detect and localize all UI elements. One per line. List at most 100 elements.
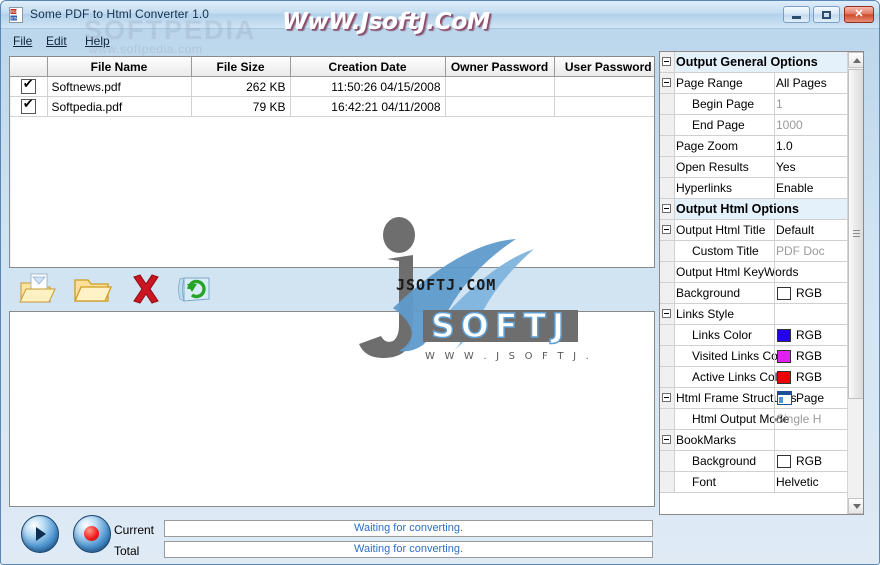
property-row[interactable]: Open Results Yes <box>660 157 848 178</box>
property-value[interactable]: Single H <box>776 412 821 426</box>
folder-icon <box>74 279 112 302</box>
property-gutter <box>660 199 675 219</box>
jsoftj-center-watermark: JSOFTJ.COM <box>396 276 497 294</box>
property-value[interactable]: PDF Doc <box>776 244 825 258</box>
property-value[interactable]: Enable <box>776 181 813 195</box>
property-row[interactable]: Font Helvetic <box>660 472 848 493</box>
start-button[interactable] <box>21 515 59 553</box>
property-value[interactable]: RGB <box>796 286 822 300</box>
property-row[interactable]: Custom Title PDF Doc <box>660 241 848 262</box>
property-row[interactable]: End Page 1000 <box>660 115 848 136</box>
column-header-select[interactable] <box>10 57 48 77</box>
property-value[interactable]: RGB <box>796 454 822 468</box>
property-gutter <box>660 115 675 135</box>
property-row[interactable]: Begin Page 1 <box>660 94 848 115</box>
property-row[interactable]: Hyperlinks Enable <box>660 178 848 199</box>
stop-button[interactable] <box>73 515 111 553</box>
scroll-down-button[interactable] <box>848 498 863 514</box>
property-row[interactable]: Background RGB <box>660 283 848 304</box>
column-header-owner-password[interactable]: Owner Password <box>445 57 555 77</box>
property-row[interactable]: Links Color RGB <box>660 325 848 346</box>
property-name: Font <box>692 475 717 489</box>
property-row[interactable]: Background RGB <box>660 451 848 472</box>
collapse-expander-icon[interactable] <box>662 78 671 87</box>
property-column-divider <box>774 367 775 387</box>
color-swatch[interactable] <box>777 329 791 342</box>
log-output-panel[interactable] <box>9 311 655 507</box>
collapse-expander-icon[interactable] <box>662 435 671 444</box>
property-value[interactable]: RGB <box>796 370 822 384</box>
property-column-divider <box>774 94 775 114</box>
minimize-button[interactable] <box>783 6 810 23</box>
column-header-file-name[interactable]: File Name <box>47 57 192 77</box>
collapse-expander-icon[interactable] <box>662 393 671 402</box>
column-header-file-size[interactable]: File Size <box>191 57 291 77</box>
property-row[interactable]: Output Html KeyWords <box>660 262 848 283</box>
row-checkbox-cell[interactable]: ✔ <box>10 76 48 97</box>
menu-item-file[interactable]: File <box>9 33 36 49</box>
color-swatch[interactable] <box>777 287 791 300</box>
property-column-divider <box>774 73 775 93</box>
scrollbar-thumb[interactable] <box>848 69 863 399</box>
file-list-panel[interactable]: File Name File Size Creation Date Owner … <box>9 56 655 268</box>
property-row[interactable]: BookMarks <box>660 430 848 451</box>
collapse-expander-icon[interactable] <box>662 309 671 318</box>
property-row[interactable]: Output General Options <box>660 52 848 73</box>
row-checkbox[interactable]: ✔ <box>20 98 36 115</box>
properties-scrollbar[interactable] <box>847 52 863 514</box>
property-row[interactable]: Html Output Mode Single H <box>660 409 848 430</box>
column-header-creation-date[interactable]: Creation Date <box>290 57 446 77</box>
property-column-divider <box>774 115 775 135</box>
property-value[interactable]: RGB <box>796 349 822 363</box>
svg-text:PDF: PDF <box>11 10 18 14</box>
menu-item-edit[interactable]: Edit <box>42 33 71 49</box>
file-table: File Name File Size Creation Date Owner … <box>10 57 654 117</box>
remove-button[interactable] <box>126 271 166 307</box>
property-value[interactable]: Helvetic <box>776 475 819 489</box>
property-column-divider <box>774 178 775 198</box>
svg-text:HTML: HTML <box>11 17 20 21</box>
color-swatch[interactable] <box>777 350 791 363</box>
property-name: Output Html Title <box>676 223 766 237</box>
property-name: End Page <box>692 118 745 132</box>
property-gutter <box>660 325 675 345</box>
property-name: Begin Page <box>692 97 755 111</box>
color-swatch[interactable] <box>777 455 791 468</box>
property-value[interactable]: 1000 <box>776 118 803 132</box>
scroll-up-button[interactable] <box>848 52 863 68</box>
color-swatch[interactable] <box>777 371 791 384</box>
output-options-panel[interactable]: Output General Options Page Range All Page… <box>659 51 864 515</box>
property-row[interactable]: Page Zoom 1.0 <box>660 136 848 157</box>
property-row[interactable]: Page Range All Pages <box>660 73 848 94</box>
property-value[interactable]: Page <box>796 391 824 405</box>
row-checkbox-cell[interactable]: ✔ <box>10 96 48 117</box>
row-checkbox[interactable]: ✔ <box>20 78 36 95</box>
table-row[interactable]: ✔ Softnews.pdf 262 KB 11:50:26 04/15/200… <box>10 76 654 97</box>
property-value[interactable]: All Pages <box>776 76 827 90</box>
property-row[interactable]: Output Html Title Default <box>660 220 848 241</box>
add-files-button[interactable] <box>17 271 57 307</box>
property-row[interactable]: Links Style <box>660 304 848 325</box>
column-header-user-password[interactable]: User Password <box>554 57 654 77</box>
refresh-button[interactable] <box>176 271 216 307</box>
application-window: PDF HTML Some PDF to Html Converter 1.0 … <box>0 0 880 565</box>
collapse-expander-icon[interactable] <box>662 204 671 213</box>
property-value[interactable]: Default <box>776 223 814 237</box>
property-value[interactable]: 1.0 <box>776 139 793 153</box>
collapse-expander-icon[interactable] <box>662 225 671 234</box>
collapse-expander-icon[interactable] <box>662 57 671 66</box>
record-stop-icon <box>84 526 99 541</box>
property-row[interactable]: Visited Links Color RGB <box>660 346 848 367</box>
property-row[interactable]: Active Links Color RGB <box>660 367 848 388</box>
property-column-divider <box>774 472 775 492</box>
add-folder-button[interactable] <box>72 271 112 307</box>
maximize-button[interactable] <box>813 6 840 23</box>
property-value[interactable]: Yes <box>776 160 796 174</box>
property-row[interactable]: Output Html Options <box>660 199 848 220</box>
close-button[interactable]: ✕ <box>844 6 874 23</box>
table-row[interactable]: ✔ Softpedia.pdf 79 KB 16:42:21 04/11/200… <box>10 96 654 117</box>
property-value[interactable]: RGB <box>796 328 822 342</box>
toolbar <box>9 269 655 311</box>
property-row[interactable]: Html Frame Structures Page <box>660 388 848 409</box>
property-value[interactable]: 1 <box>776 97 783 111</box>
